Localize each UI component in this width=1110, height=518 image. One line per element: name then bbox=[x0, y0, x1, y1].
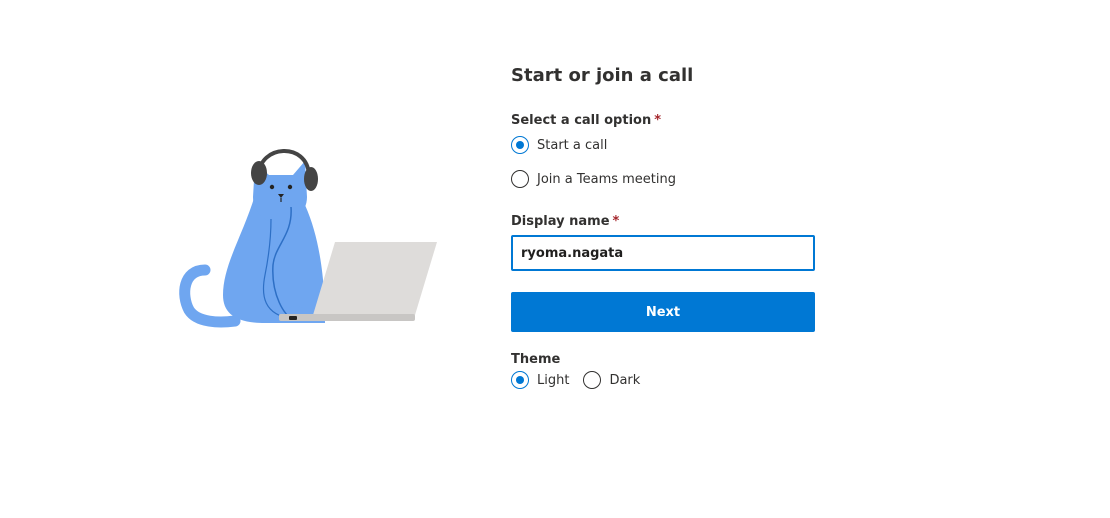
next-button[interactable]: Next bbox=[511, 292, 815, 332]
radio-button-unchecked[interactable] bbox=[511, 170, 529, 188]
radio-button-checked[interactable] bbox=[511, 371, 529, 389]
radio-start-call-label: Start a call bbox=[537, 137, 608, 153]
call-setup-form: Start or join a call Select a call optio… bbox=[511, 60, 815, 391]
radio-theme-light[interactable]: Light bbox=[511, 369, 569, 391]
cat-with-headphones-illustration bbox=[179, 149, 437, 328]
call-setup-page: Start or join a call Select a call optio… bbox=[0, 0, 1110, 518]
theme-radio-group: Light Dark bbox=[511, 369, 815, 391]
display-name-field[interactable] bbox=[511, 235, 815, 271]
page-title: Start or join a call bbox=[511, 65, 694, 86]
radio-button-unchecked[interactable] bbox=[583, 371, 602, 389]
radio-theme-light-label: Light bbox=[537, 372, 570, 388]
radio-theme-dark-label: Dark bbox=[609, 372, 641, 388]
display-name-label-text: Display name bbox=[511, 214, 610, 229]
display-name-input[interactable] bbox=[521, 245, 813, 261]
radio-theme-dark[interactable]: Dark bbox=[583, 369, 640, 391]
display-name-label: Display name * bbox=[511, 214, 815, 229]
required-marker: * bbox=[654, 113, 662, 128]
call-option-label: Select a call option * bbox=[511, 113, 815, 128]
radio-button-checked[interactable] bbox=[511, 136, 529, 154]
radio-join-teams-meeting-label: Join a Teams meeting bbox=[537, 171, 676, 187]
call-option-label-text: Select a call option bbox=[511, 113, 652, 128]
theme-label: Theme bbox=[511, 352, 561, 367]
required-marker: * bbox=[612, 214, 620, 229]
radio-start-call[interactable]: Start a call bbox=[511, 134, 815, 156]
radio-join-teams-meeting[interactable]: Join a Teams meeting bbox=[511, 168, 815, 190]
